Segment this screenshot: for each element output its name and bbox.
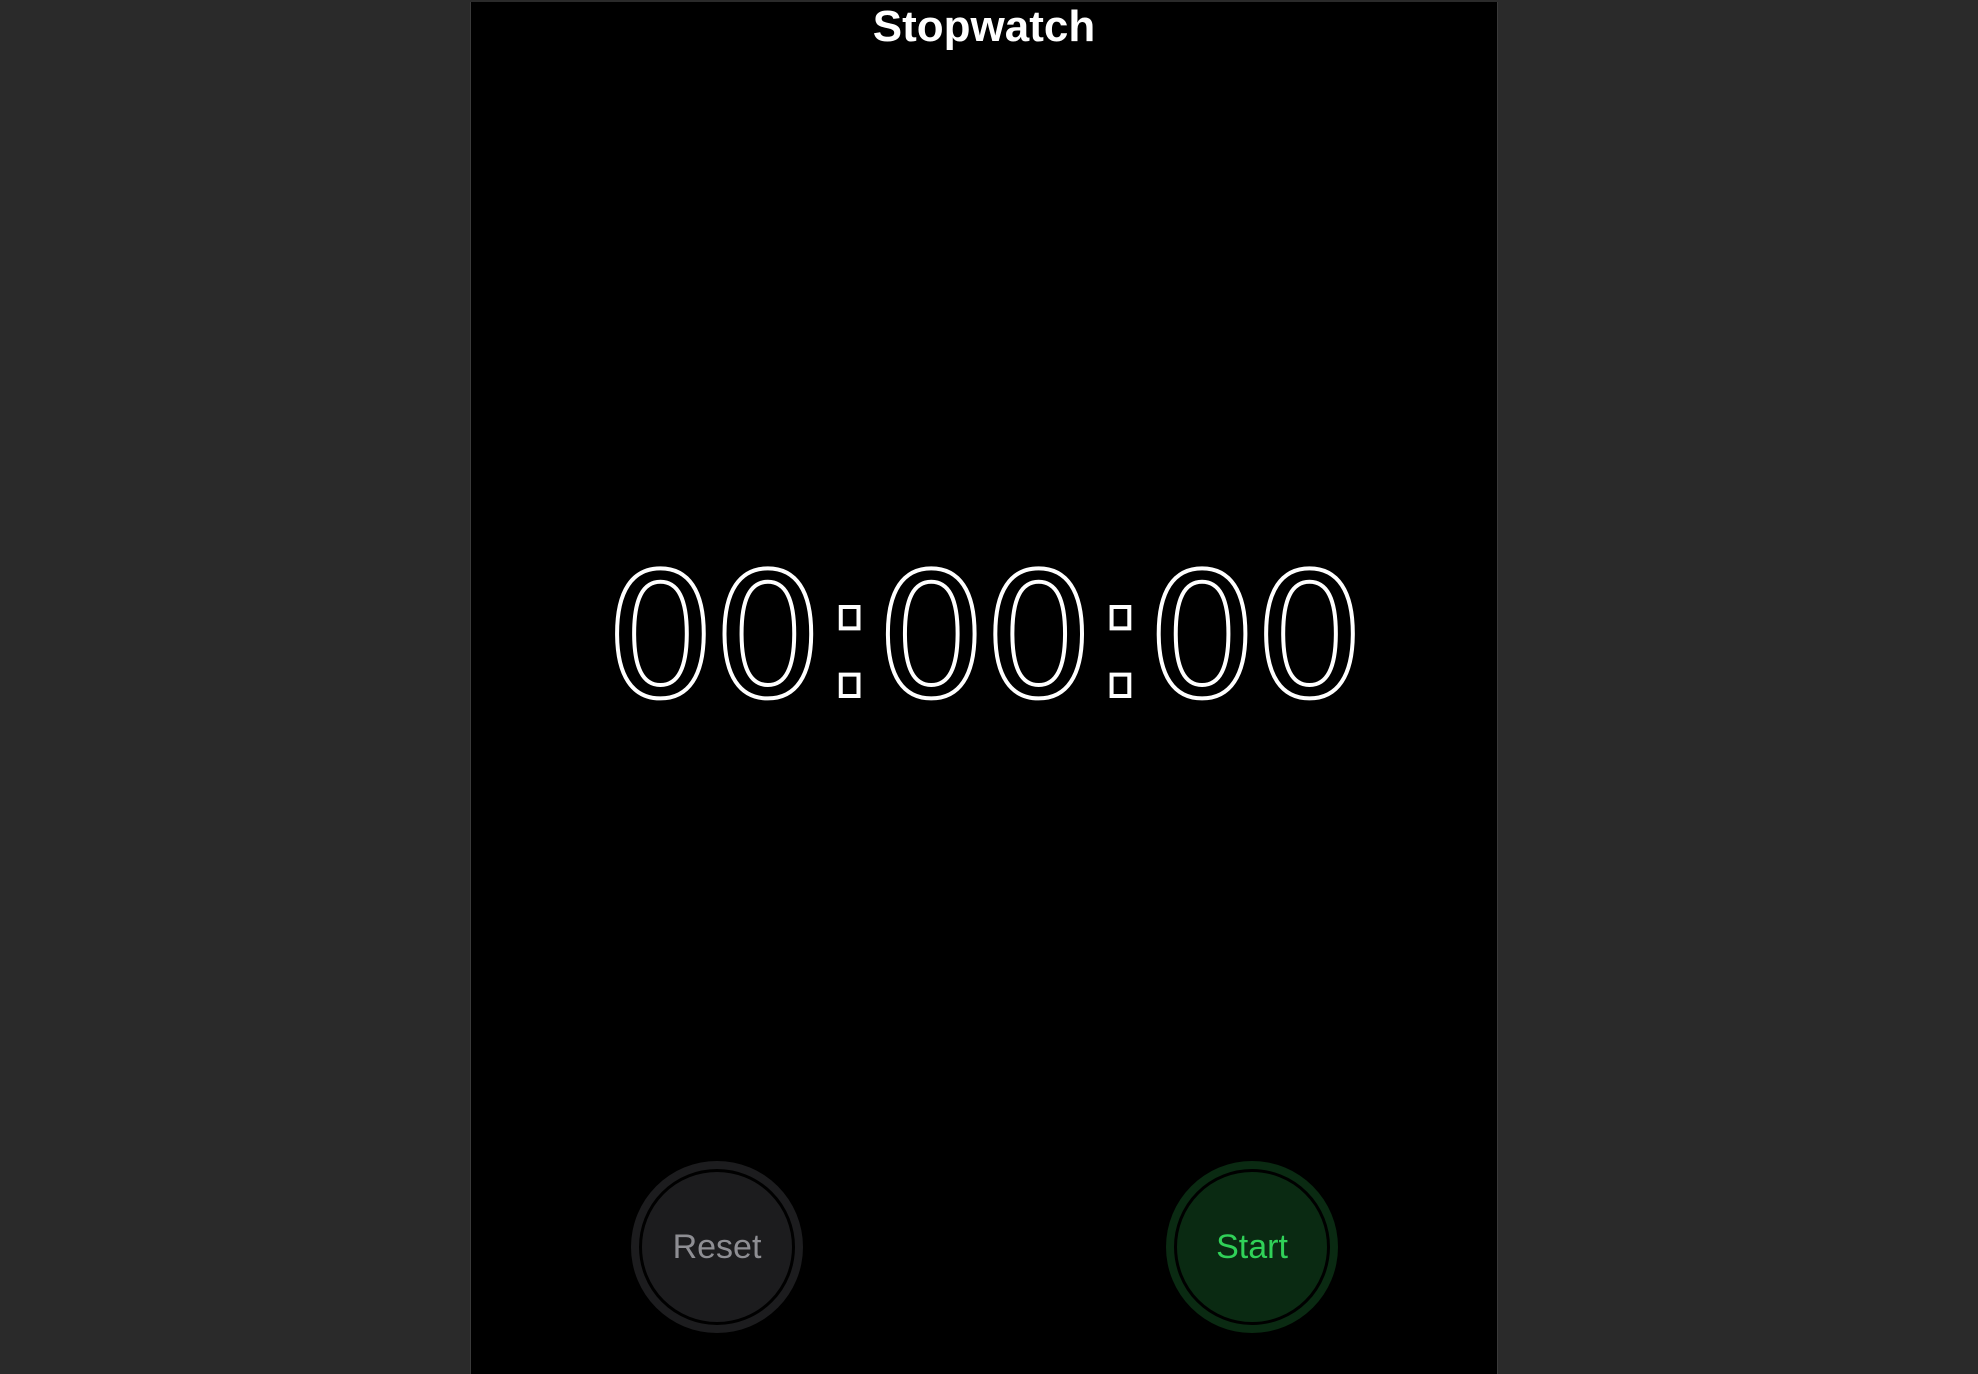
- start-button-label: Start: [1174, 1169, 1330, 1325]
- time-display: 00:00:00: [604, 536, 1367, 737]
- page-title: Stopwatch: [872, 2, 1096, 51]
- start-button[interactable]: Start: [1166, 1161, 1338, 1333]
- reset-button[interactable]: Reset: [631, 1161, 803, 1333]
- stopwatch-app: Stopwatch 00:00:00 Reset Start: [470, 2, 1498, 1374]
- reset-button-label: Reset: [639, 1169, 795, 1325]
